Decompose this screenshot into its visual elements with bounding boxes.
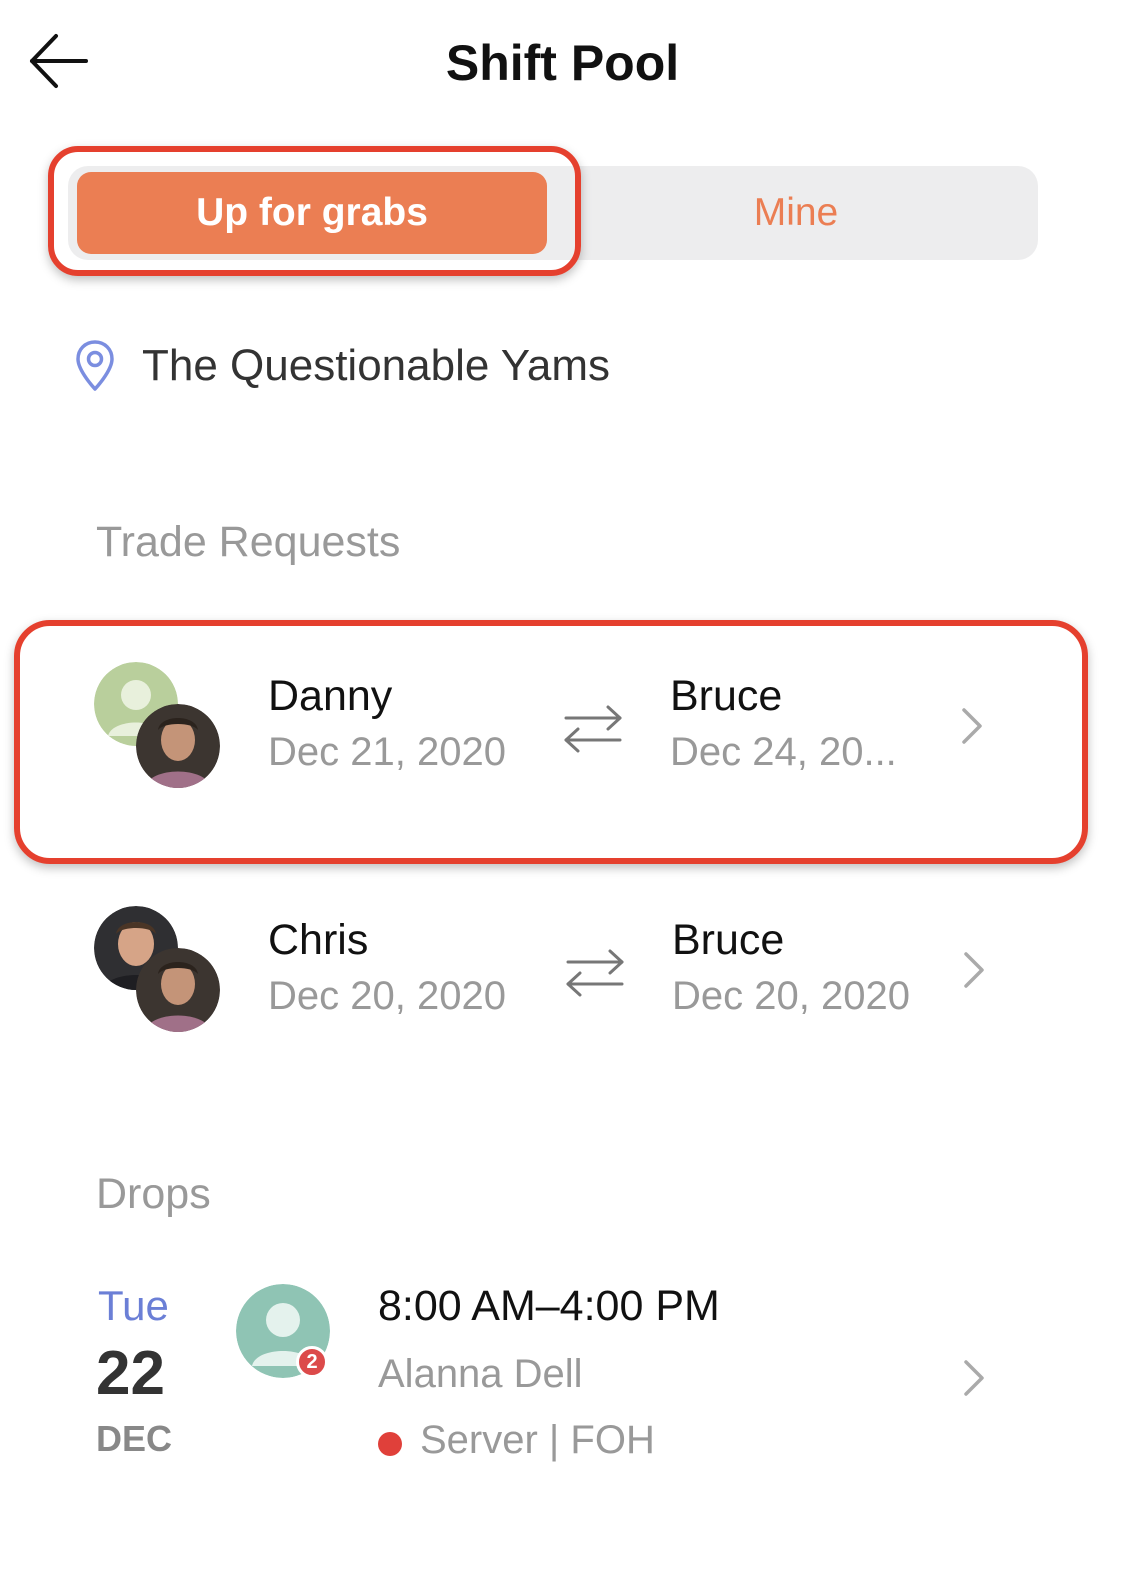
page-title: Shift Pool — [445, 35, 680, 91]
drop-day-number: 22 — [96, 1339, 165, 1408]
shift-pool-screen: Shift Pool Up for grabs Mine The Questio… — [0, 0, 1125, 1592]
drops-heading: Drops — [96, 1170, 211, 1218]
trade-request-row[interactable]: Chris Dec 20, 2020 Bruce Dec 20, 2020 — [0, 906, 1125, 1066]
tab-up-for-grabs[interactable]: Up for grabs — [77, 172, 547, 254]
drop-day-name: Tue — [98, 1282, 169, 1329]
trade-to-name: Bruce — [672, 916, 785, 964]
trade-from-date: Dec 21, 2020 — [268, 730, 506, 774]
avatar-photo — [136, 704, 220, 788]
chevron-right-icon — [964, 1360, 984, 1396]
avatar-photo — [136, 948, 220, 1032]
drop-shift-row[interactable]: Tue 22 DEC 2 8:00 AM–4:00 PM Alanna Dell… — [0, 1270, 1125, 1470]
trade-requests-heading: Trade Requests — [96, 518, 401, 566]
trade-request-row[interactable]: Danny Dec 21, 2020 Bruce Dec 24, 20... — [0, 662, 1125, 822]
map-pin-icon — [76, 340, 114, 391]
avatar-pair — [94, 662, 224, 792]
tab-mine[interactable]: Mine — [556, 172, 1036, 254]
drop-employee-name: Alanna Dell — [378, 1352, 583, 1396]
location-selector[interactable]: The Questionable Yams — [74, 336, 610, 396]
chevron-right-icon — [964, 952, 984, 988]
swap-arrows-icon — [564, 705, 622, 753]
trade-from-name: Chris — [268, 916, 369, 964]
chevron-right-icon — [962, 708, 982, 744]
trade-to-date: Dec 24, 20... — [670, 730, 897, 774]
drop-month: DEC — [96, 1418, 173, 1459]
role-color-dot — [378, 1432, 402, 1456]
trade-from-date: Dec 20, 2020 — [268, 974, 506, 1018]
notification-badge: 2 — [296, 1346, 328, 1378]
avatar-pair — [94, 906, 224, 1036]
swap-arrows-icon — [566, 949, 624, 997]
trade-to-name: Bruce — [670, 672, 783, 720]
drop-role: Server | FOH — [420, 1418, 655, 1462]
trade-to-date: Dec 20, 2020 — [672, 974, 910, 1018]
drop-time-range: 8:00 AM–4:00 PM — [378, 1282, 720, 1330]
trade-from-name: Danny — [268, 672, 393, 720]
location-name: The Questionable Yams — [142, 341, 610, 390]
